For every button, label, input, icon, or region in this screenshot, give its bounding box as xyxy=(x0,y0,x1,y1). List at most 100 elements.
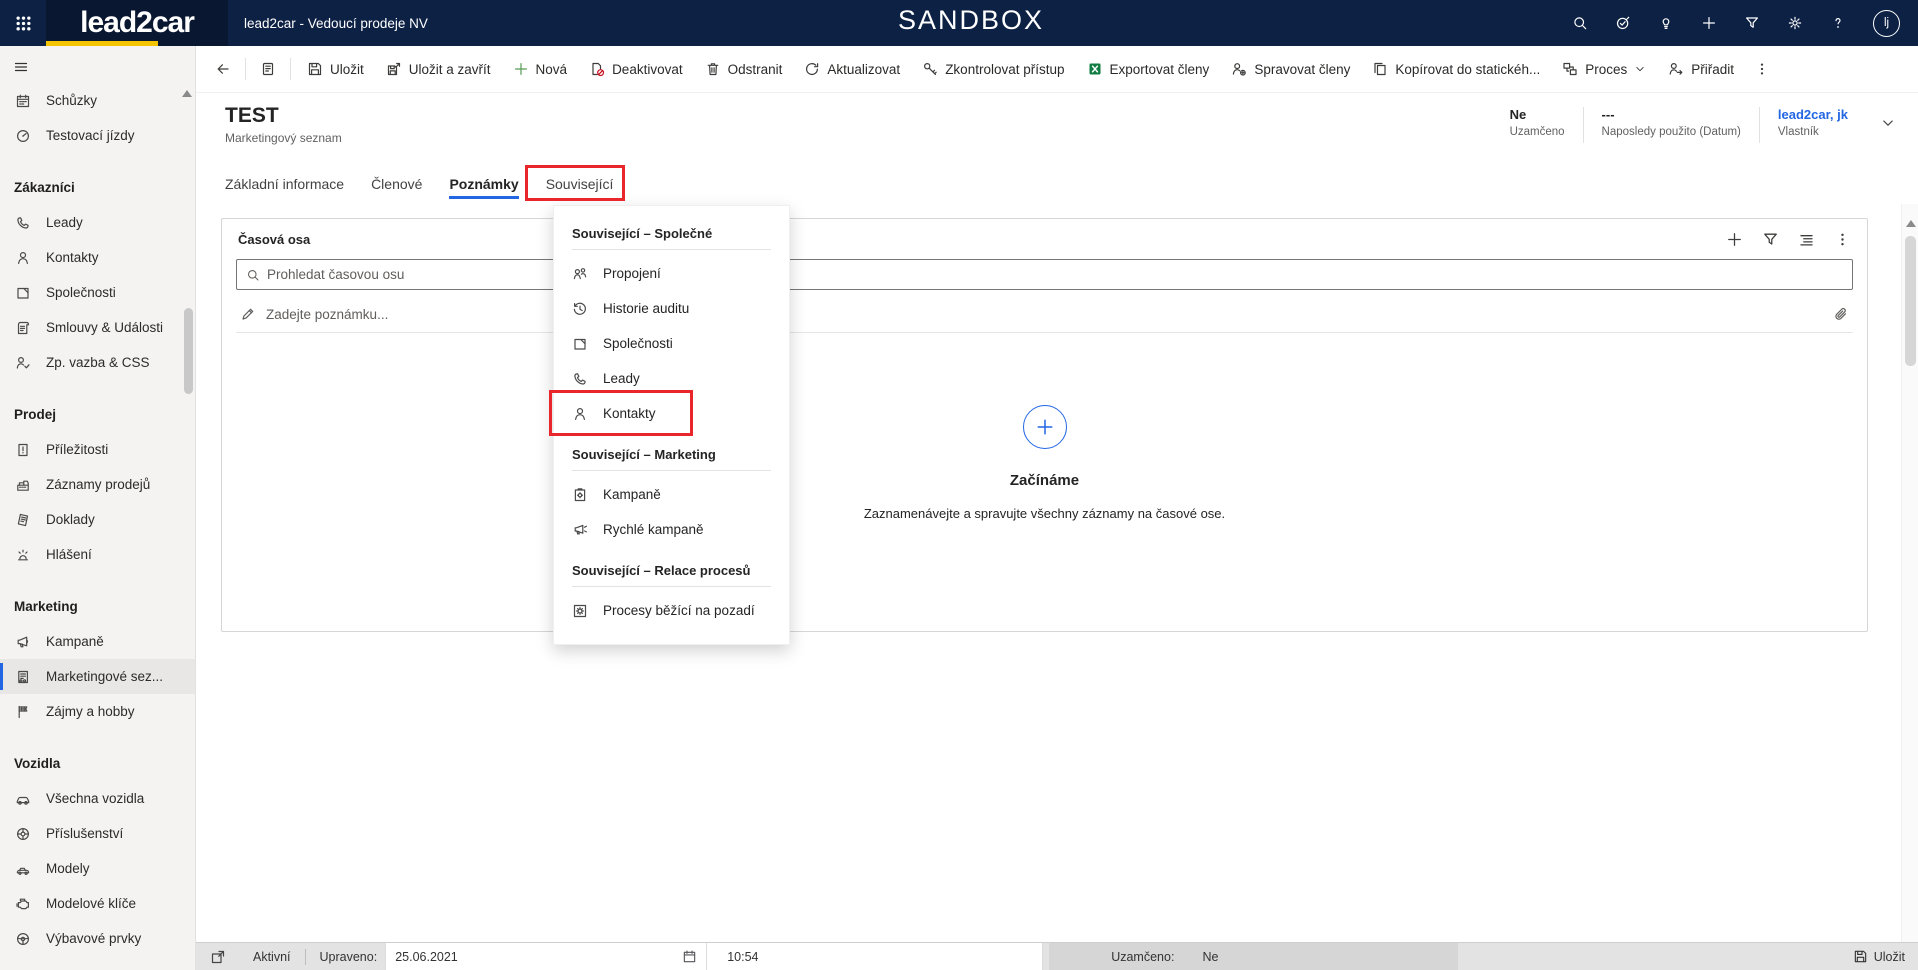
filter-icon[interactable] xyxy=(1762,231,1779,248)
documents-icon xyxy=(15,512,31,528)
sidebar-item-marketingove-seznamy[interactable]: Marketingové sez... xyxy=(0,659,195,694)
form-selector-button[interactable] xyxy=(251,52,285,86)
top-navigation-bar: lead2car lead2car - Vedoucí prodeje NV S… xyxy=(0,0,1918,46)
form-icon xyxy=(260,61,276,77)
menu-item-label: Historie auditu xyxy=(603,301,689,316)
tab-zakladni-informace[interactable]: Základní informace xyxy=(225,163,344,204)
hamburger-icon[interactable] xyxy=(13,59,29,75)
sidebar-item-vybavove-prvky[interactable]: Výbavové prvky xyxy=(0,921,195,956)
paperclip-icon[interactable] xyxy=(1833,306,1849,322)
sidebar-item-doklady[interactable]: Doklady xyxy=(0,502,195,537)
statusbar-save-button[interactable]: Uložit xyxy=(1853,949,1918,964)
search-icon[interactable] xyxy=(1572,15,1588,31)
assign-button[interactable]: Přiřadit xyxy=(1657,51,1745,87)
sidebar-item-zajmy-a-hobby[interactable]: Zájmy a hobby xyxy=(0,694,195,729)
menu-item-kampane[interactable]: Kampaně xyxy=(554,477,789,512)
add-icon[interactable] xyxy=(1726,231,1743,248)
content-scrollbar[interactable] xyxy=(1901,204,1918,942)
scroll-up-arrow[interactable] xyxy=(1906,220,1916,227)
owner-link[interactable]: lead2car, jk xyxy=(1778,107,1848,122)
sidebar-item-label: Všechna vozidla xyxy=(46,791,144,806)
menu-item-procesy-na-pozadi[interactable]: Procesy běžící na pozadí xyxy=(554,593,789,628)
add-record-circle-button[interactable] xyxy=(1023,405,1067,449)
export-members-button[interactable]: Exportovat členy xyxy=(1076,51,1221,87)
deactivate-button[interactable]: Deaktivovat xyxy=(578,51,694,87)
waffle-icon xyxy=(14,14,33,33)
content-scrollbar-thumb[interactable] xyxy=(1905,236,1916,366)
field-vlastnik: lead2car, jk Vlastník xyxy=(1760,107,1866,138)
rows-icon[interactable] xyxy=(1798,231,1815,248)
sidebar-item-schuzky[interactable]: Schůzky xyxy=(0,83,195,118)
delete-button[interactable]: Odstranit xyxy=(694,51,794,87)
check-access-button[interactable]: Zkontrolovat přístup xyxy=(911,51,1075,87)
menu-item-propojeni[interactable]: Propojení xyxy=(554,256,789,291)
help-icon[interactable] xyxy=(1830,15,1846,31)
check-access-icon xyxy=(922,61,938,77)
refresh-button[interactable]: Aktualizovat xyxy=(793,51,911,87)
header-expand-chevron-icon[interactable] xyxy=(1880,115,1896,131)
sidebar-item-modelove-klice[interactable]: Modelové klíče xyxy=(0,886,195,921)
save-and-close-button[interactable]: Uložit a zavřít xyxy=(375,51,502,87)
menu-item-historie-auditu[interactable]: Historie auditu xyxy=(554,291,789,326)
accessories-icon xyxy=(15,826,31,842)
menu-item-kontakty[interactable]: Kontakty xyxy=(554,396,789,431)
sidebar-scrollbar-thumb[interactable] xyxy=(184,308,193,394)
sales-records-icon xyxy=(15,477,31,493)
expand-icon[interactable] xyxy=(210,949,226,965)
target-icon[interactable] xyxy=(1615,15,1631,31)
more-commands-button[interactable] xyxy=(1745,52,1779,86)
tab-label: Poznámky xyxy=(449,176,518,192)
tab-clenove[interactable]: Členové xyxy=(371,163,422,204)
gear-icon[interactable] xyxy=(1787,15,1803,31)
sidebar-item-spolecnosti[interactable]: Společnosti xyxy=(0,275,195,310)
marketing-lists-icon xyxy=(15,669,31,685)
sidebar-item-hlaseni[interactable]: Hlášení xyxy=(0,537,195,572)
sidebar-item-vsechna-vozidla[interactable]: Všechna vozidla xyxy=(0,781,195,816)
command-separator xyxy=(245,58,246,80)
copy-to-static-button[interactable]: Kopírovat do statickéh... xyxy=(1361,51,1551,87)
sidebar-scroll-up-arrow[interactable] xyxy=(182,90,192,97)
new-button[interactable]: Nová xyxy=(502,51,579,87)
plus-icon[interactable] xyxy=(1701,15,1717,31)
tab-poznamky[interactable]: Poznámky xyxy=(449,163,518,204)
sidebar-item-kampane[interactable]: Kampaně xyxy=(0,624,195,659)
menu-item-spolecnosti[interactable]: Společnosti xyxy=(554,326,789,361)
sidebar-item-prislusenstvi[interactable]: Příslušenství xyxy=(0,816,195,851)
sidebar-item-leady[interactable]: Leady xyxy=(0,205,195,240)
save-button[interactable]: Uložit xyxy=(296,51,375,87)
companies-icon xyxy=(15,285,31,301)
calendar-icon[interactable] xyxy=(682,949,697,964)
command-label: Kopírovat do statickéh... xyxy=(1395,62,1540,77)
command-label: Spravovat členy xyxy=(1254,62,1350,77)
lightbulb-icon[interactable] xyxy=(1658,15,1674,31)
command-separator xyxy=(290,58,291,80)
manage-members-button[interactable]: Spravovat členy xyxy=(1220,51,1361,87)
sidebar-item-smlouvy-udalosti[interactable]: Smlouvy & Události xyxy=(0,310,195,345)
note-input[interactable] xyxy=(266,307,1823,322)
timeline-search-input[interactable] xyxy=(267,267,1843,282)
tab-souvisejici[interactable]: Související xyxy=(546,163,614,204)
back-button[interactable] xyxy=(206,52,240,86)
user-avatar[interactable]: lj xyxy=(1873,10,1900,37)
menu-item-label: Leady xyxy=(603,371,640,386)
more-icon[interactable] xyxy=(1834,231,1851,248)
sidebar-item-kontakty[interactable]: Kontakty xyxy=(0,240,195,275)
contracts-icon xyxy=(15,320,31,336)
sidebar-item-modely[interactable]: Modely xyxy=(0,851,195,886)
app-launcher-button[interactable] xyxy=(0,0,46,46)
sidebar-item-label: Záznamy prodejů xyxy=(46,477,150,492)
field-label: Uzamčeno xyxy=(1510,126,1565,138)
process-button[interactable]: Proces xyxy=(1551,51,1657,87)
sidebar-item-zp-vazba-css[interactable]: Zp. vazba & CSS xyxy=(0,345,195,380)
timeline-card: Časová osa xyxy=(221,218,1868,632)
sidebar-item-prilezitosti[interactable]: Příležitosti xyxy=(0,432,195,467)
menu-item-rychle-kampane[interactable]: Rychlé kampaně xyxy=(554,512,789,547)
sidebar-item-label: Smlouvy & Události xyxy=(46,320,163,335)
sidebar-item-testovaci-jizdy[interactable]: Testovací jízdy xyxy=(0,118,195,153)
menu-divider xyxy=(572,586,771,587)
filter-icon[interactable] xyxy=(1744,15,1760,31)
menu-item-leady[interactable]: Leady xyxy=(554,361,789,396)
related-section-relace-procesu: Související – Relace procesů Procesy běž… xyxy=(554,557,789,628)
equipment-icon xyxy=(15,931,31,947)
sidebar-item-zaznamy-prodeju[interactable]: Záznamy prodejů xyxy=(0,467,195,502)
